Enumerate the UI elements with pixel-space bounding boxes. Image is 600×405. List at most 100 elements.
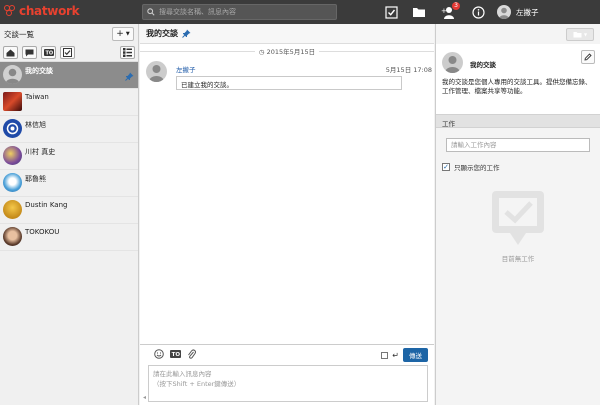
- search-input[interactable]: [159, 8, 329, 16]
- chat-title: 我的交談: [146, 29, 178, 38]
- pin-icon[interactable]: [182, 29, 191, 38]
- room-item-taiwan[interactable]: Taiwan: [0, 89, 138, 116]
- chevron-down-icon: ▼: [583, 31, 588, 37]
- home-icon: [6, 49, 15, 56]
- top-bar: chatwork + 3 左撇子: [0, 0, 600, 24]
- message-text: 已建立我的交談。: [176, 76, 402, 90]
- folder-icon: [573, 31, 582, 37]
- attachment-icon[interactable]: [187, 348, 196, 360]
- room-info-name: 我的交談: [470, 61, 496, 69]
- info-icon[interactable]: [471, 5, 485, 19]
- room-item-lin[interactable]: 林信旭: [0, 116, 138, 143]
- room-name: 川村 真史: [25, 148, 56, 156]
- room-avatar: [3, 92, 22, 111]
- to-icon: TO: [43, 49, 54, 56]
- room-name: 我的交談: [25, 67, 53, 75]
- room-name: Dustin Kang: [25, 201, 68, 209]
- compose-placeholder-line1: 請在此輸入訊息內容: [153, 370, 212, 378]
- room-avatar: [3, 65, 22, 84]
- room-list-panel: 交談一覧 + ▼ TO 我的交談 Taiwan 林信旭 川村 真史 耶魯熊 Du…: [0, 24, 139, 405]
- room-info-panel: ▼ 我的交談 我的交談是您個人專用的交談工具。提供您備忘錄、工作管理、檔案共享等…: [435, 24, 600, 405]
- compose-placeholder-line2: （按下Shift + Enter鍵傳送）: [153, 380, 241, 388]
- message-input[interactable]: 請在此輸入訊息內容 （按下Shift + Enter鍵傳送）: [148, 365, 428, 402]
- task-section-header: 工作: [436, 114, 600, 128]
- chevron-down-icon: ▼: [125, 31, 130, 37]
- contacts-badge: 3: [452, 2, 460, 10]
- room-item-tokokou[interactable]: TOKOKOU: [0, 224, 138, 251]
- room-item-dustin-kang[interactable]: Dustin Kang: [0, 197, 138, 224]
- task-input[interactable]: [446, 138, 590, 152]
- room-avatar: [3, 227, 22, 246]
- room-item-kawamura[interactable]: 川村 真史: [0, 143, 138, 170]
- pencil-icon: [584, 53, 592, 61]
- room-list-title: 交談一覧: [4, 29, 34, 39]
- composer-toolbar: TO ↵ 傳送: [140, 345, 434, 363]
- empty-task-icon: [492, 191, 544, 245]
- room-list-header: 交談一覧 + ▼: [0, 24, 138, 44]
- file-dropdown-button[interactable]: ▼: [566, 27, 594, 41]
- send-button[interactable]: 傳送: [403, 348, 428, 362]
- date-separator: ◷ 2015年5月15日: [140, 46, 434, 56]
- logo-icon: [4, 5, 16, 17]
- edit-room-button[interactable]: [581, 50, 595, 64]
- room-item-yale-bear[interactable]: 耶魯熊: [0, 170, 138, 197]
- checkbox-icon: [63, 48, 72, 57]
- room-item-my-chat[interactable]: 我的交談: [0, 62, 138, 89]
- right-toolbar: ▼: [436, 24, 600, 44]
- message-composer: TO ↵ 傳送 ◂ 請在此輸入訊息內容 （按下Shift + Enter鍵傳送）: [140, 344, 434, 405]
- svg-text:TO: TO: [45, 51, 53, 56]
- message-sender[interactable]: 左撇子: [176, 64, 196, 74]
- list-view-button[interactable]: [120, 46, 135, 59]
- room-name: TOKOKOU: [25, 228, 60, 236]
- chatwork-logo[interactable]: chatwork: [4, 4, 80, 18]
- show-mine-option[interactable]: ✓ 只顯示您的工作: [442, 162, 594, 172]
- chat-bubble-icon: [25, 49, 34, 56]
- add-room-button[interactable]: + ▼: [112, 27, 134, 41]
- collapse-left-icon[interactable]: ◂: [143, 394, 146, 401]
- search-box[interactable]: [142, 4, 337, 20]
- room-info-avatar: [442, 52, 463, 73]
- show-mine-label: 只顯示您的工作: [454, 164, 500, 172]
- logo-text: chatwork: [19, 4, 80, 18]
- add-label: +: [116, 29, 124, 39]
- chat-header: 我的交談: [140, 24, 434, 44]
- room-avatar: [3, 119, 22, 138]
- search-icon: [147, 8, 155, 16]
- unread-filter-button[interactable]: [22, 46, 37, 59]
- chat-panel: 我的交談 ◷ 2015年5月15日 左撇子 5月15日 17:08 已建立我的交…: [140, 24, 434, 405]
- svg-text:+: +: [441, 7, 447, 15]
- user-menu[interactable]: 左撇子: [497, 5, 539, 19]
- home-filter-button[interactable]: [3, 46, 18, 59]
- room-avatar: [3, 200, 22, 219]
- empty-tasks: 目前無工作: [478, 189, 558, 263]
- contacts-icon[interactable]: + 3: [441, 2, 460, 19]
- clock-icon: ◷: [258, 48, 265, 56]
- empty-tasks-label: 目前無工作: [501, 255, 535, 263]
- room-name: Taiwan: [25, 93, 49, 101]
- emoticon-icon[interactable]: [154, 349, 164, 359]
- room-avatar: [3, 173, 22, 192]
- to-icon[interactable]: TO: [170, 350, 181, 358]
- room-avatar: [3, 146, 22, 165]
- folder-icon[interactable]: [412, 5, 426, 19]
- send-area: ↵ 傳送: [381, 348, 428, 362]
- task-filter-button[interactable]: [60, 46, 75, 59]
- date-label: 2015年5月15日: [266, 48, 316, 56]
- task-check-icon[interactable]: [384, 5, 398, 19]
- message-time: 5月15日 17:08: [385, 66, 432, 74]
- show-mine-checkbox[interactable]: ✓: [442, 163, 450, 171]
- list-icon: [123, 48, 132, 57]
- pin-icon[interactable]: [125, 72, 134, 81]
- svg-text:TO: TO: [172, 352, 181, 358]
- room-name: 林信旭: [25, 121, 46, 129]
- to-filter-button[interactable]: TO: [41, 46, 56, 59]
- room-filters: TO: [0, 44, 138, 62]
- user-name: 左撇子: [516, 7, 539, 17]
- room-name: 耶魯熊: [25, 175, 46, 183]
- message-avatar[interactable]: [146, 61, 167, 82]
- enter-send-checkbox[interactable]: [381, 351, 389, 359]
- room-info: 我的交談 我的交談是您個人專用的交談工具。提供您備忘錄、工作管理、檔案共享等功能…: [436, 44, 600, 114]
- room-info-description: 我的交談是您個人專用的交談工具。提供您備忘錄、工作管理、檔案共享等功能。: [442, 78, 592, 95]
- enter-icon: ↵: [392, 350, 399, 360]
- user-avatar: [497, 5, 511, 19]
